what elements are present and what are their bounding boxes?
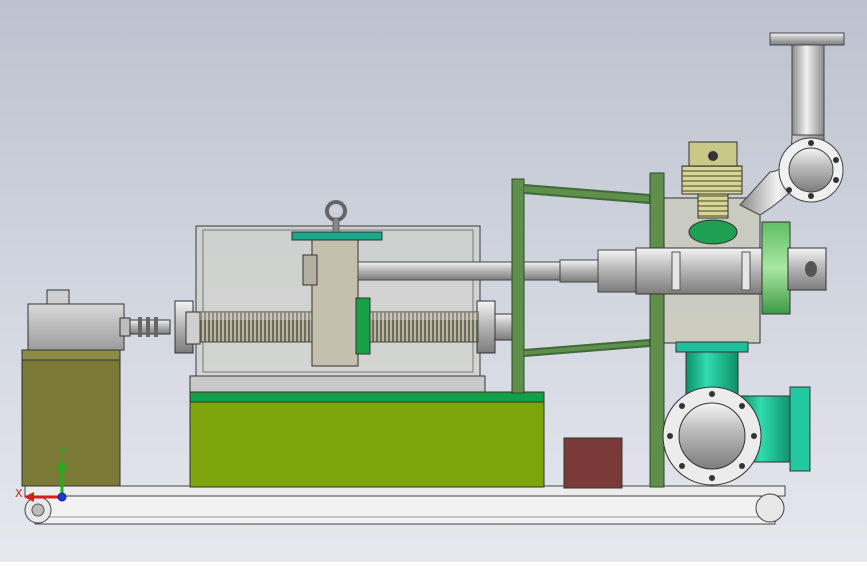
base-rail: [24, 485, 786, 525]
model-view[interactable]: Y X: [0, 0, 867, 562]
coupling: [129, 317, 171, 337]
triad-y-label: Y: [58, 446, 66, 459]
control-box: [563, 437, 623, 489]
green-base-platform: [189, 375, 545, 488]
bellows: [681, 141, 743, 245]
motor-gearbox: [21, 349, 121, 487]
triad-x-label: X: [15, 487, 23, 500]
cad-graphics-viewport[interactable]: Y X: [0, 0, 867, 562]
flanged-pipe: [662, 386, 762, 486]
